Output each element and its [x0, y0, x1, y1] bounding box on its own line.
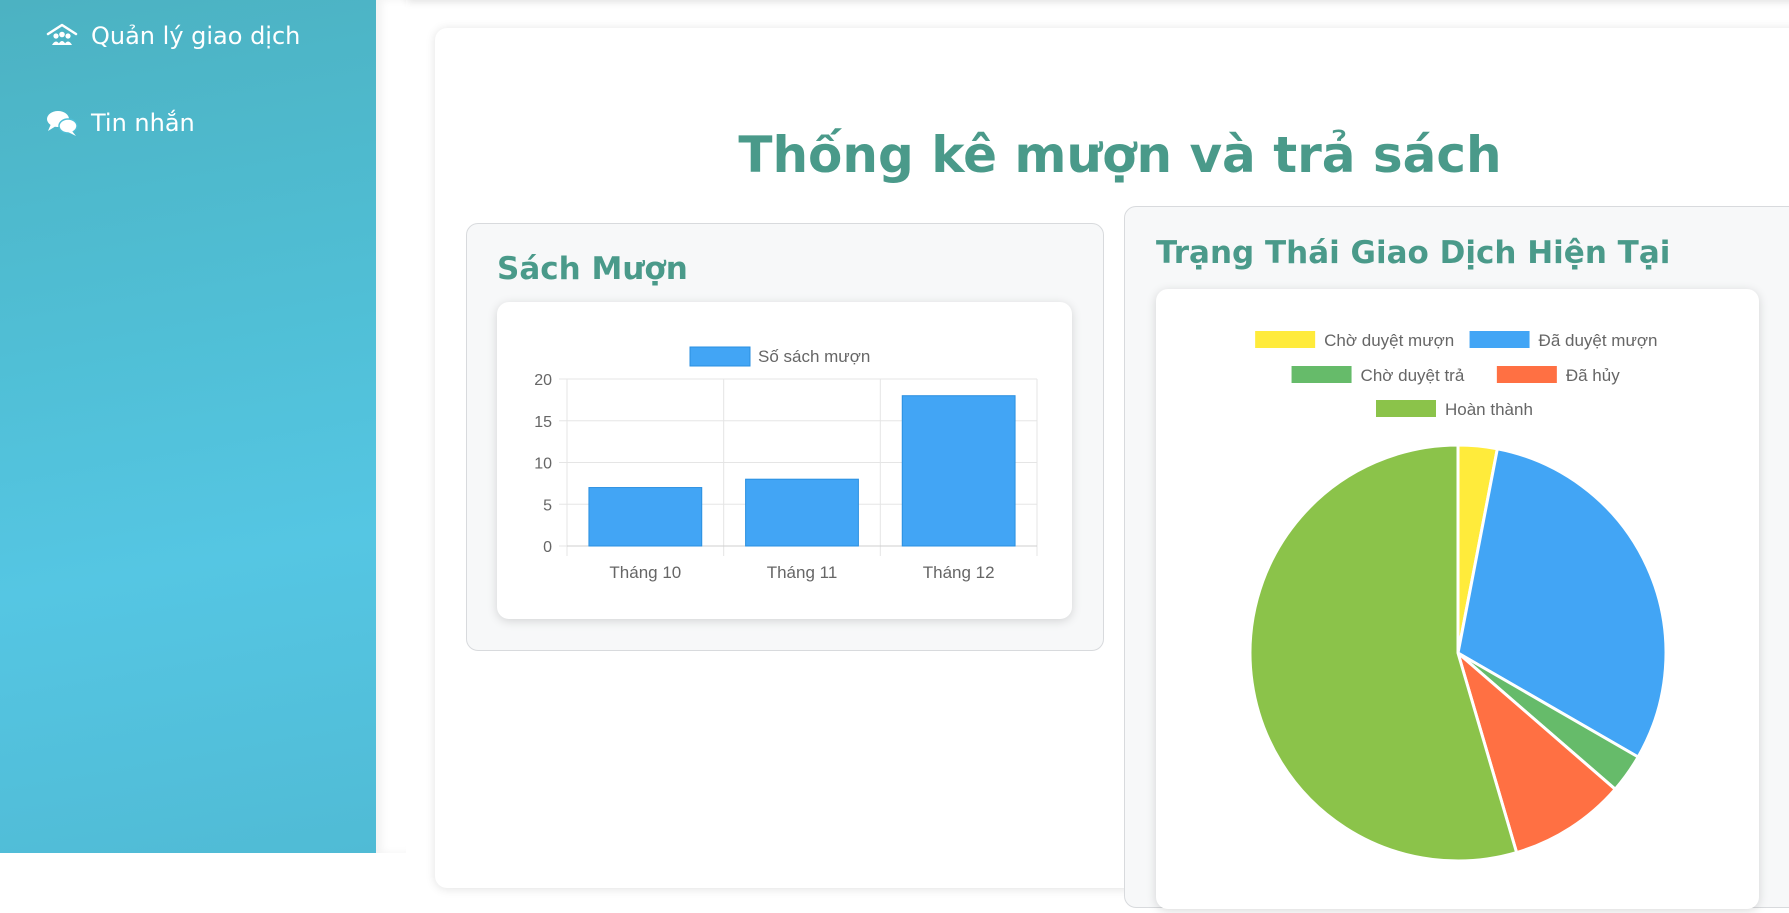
content-gutter	[376, 0, 406, 853]
bar	[745, 478, 859, 547]
status-pie-chart: Chờ duyệt mượn Đã duyệt mượn Chờ duyệt trả…	[1248, 331, 1668, 863]
legend-swatch	[1255, 331, 1316, 348]
bar	[588, 487, 703, 547]
legend-swatch	[1291, 366, 1352, 383]
legend-swatch	[1469, 331, 1530, 348]
x-tick-label: Tháng 12	[923, 563, 995, 582]
bar	[901, 395, 1016, 547]
sidebar: Quản lý giao dịch Tin nhắn	[0, 0, 376, 853]
x-tick-label: Tháng 11	[767, 563, 838, 582]
comments-icon	[45, 109, 79, 137]
x-tick-label: Tháng 10	[609, 563, 681, 582]
legend-label: Đã duyệt mượn	[1539, 331, 1658, 350]
y-tick-label: 10	[534, 456, 552, 473]
house-users-icon	[45, 22, 79, 50]
legend-swatch	[689, 346, 751, 367]
borrow-bar-chart: Số sách mượn 0 5 10 15 20 Tháng 10 Tháng 11 Thán…	[534, 346, 1038, 582]
legend-label: Hoàn thành	[1445, 400, 1533, 419]
y-tick-label: 5	[543, 497, 552, 514]
y-tick-label: 20	[534, 372, 552, 389]
legend-swatch	[1496, 366, 1557, 383]
y-tick-label: 15	[534, 414, 552, 431]
y-tick-label: 0	[543, 539, 552, 556]
legend-label: Đã hủy	[1566, 366, 1620, 385]
borrow-panel-title: Sách Mượn	[497, 251, 688, 287]
status-chart-container: Chờ duyệt mượn Đã duyệt mượn Chờ duyệt trả…	[1156, 289, 1759, 909]
borrow-chart-container: Số sách mượn 0 5 10 15 20 Tháng 10 Tháng 11 Thán…	[497, 302, 1072, 619]
sidebar-item-label: Quản lý giao dịch	[91, 22, 301, 50]
page-title: Thống kê mượn và trả sách	[738, 126, 1502, 184]
legend-swatch	[1376, 400, 1436, 417]
legend-label: Số sách mượn	[758, 347, 870, 366]
sidebar-item-transactions[interactable]: Quản lý giao dịch	[45, 22, 300, 50]
sidebar-item-label: Tin nhắn	[91, 109, 195, 137]
status-panel-title: Trạng Thái Giao Dịch Hiện Tại	[1156, 235, 1671, 271]
legend-label: Chờ duyệt mượn	[1324, 331, 1454, 350]
legend-label: Chờ duyệt trả	[1361, 366, 1465, 385]
sidebar-item-messages[interactable]: Tin nhắn	[45, 109, 195, 137]
